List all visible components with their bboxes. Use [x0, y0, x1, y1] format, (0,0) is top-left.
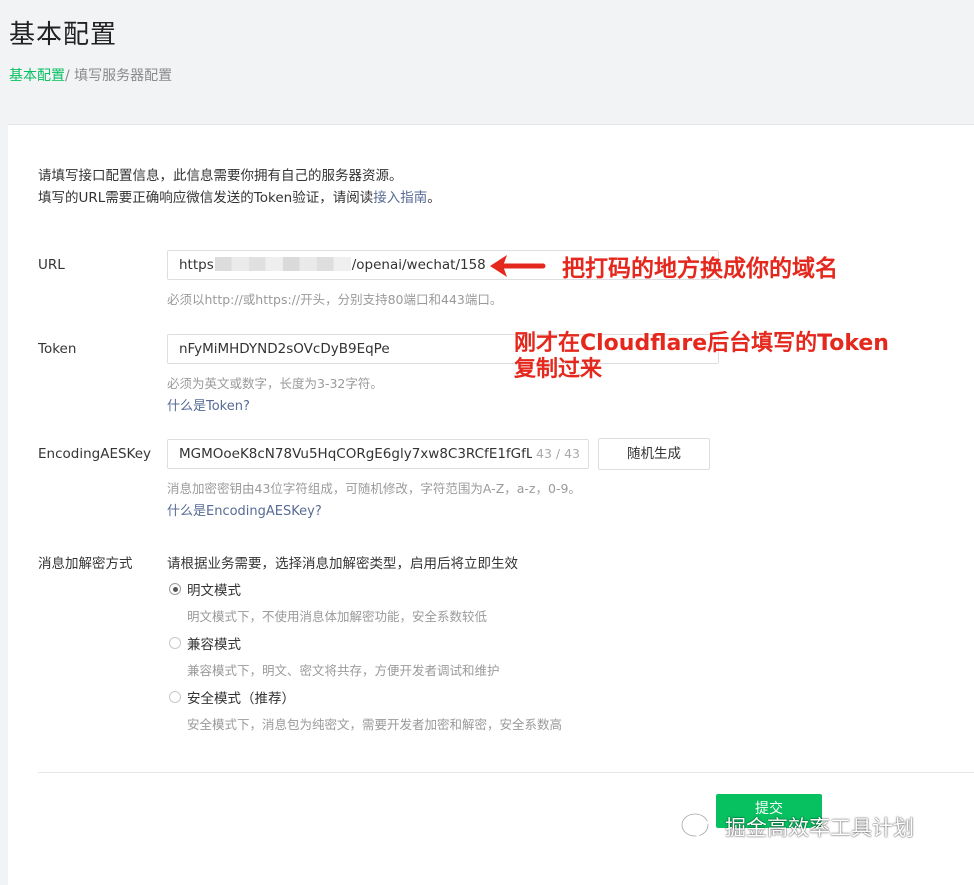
divider: [38, 772, 974, 773]
breadcrumb-link-basic-config[interactable]: 基本配置: [9, 68, 65, 84]
aes-key-label: EncodingAESKey: [38, 446, 152, 462]
encryption-mode-intro: 请根据业务需要，选择消息加解密类型，启用后将立即生效: [167, 556, 518, 572]
wechat-bubble-icon: [680, 812, 718, 841]
radio-compatible-mode[interactable]: 兼容模式: [169, 633, 241, 653]
annotation-domain-note: 把打码的地方换成你的域名: [562, 256, 838, 282]
token-label: Token: [38, 341, 77, 357]
watermark: 掘金高效率工具计划: [679, 811, 914, 843]
radio-button[interactable]: [169, 691, 181, 703]
breadcrumb: 基本配置/ 填写服务器配置: [9, 65, 172, 85]
token-hint: 必须为英文或数字，长度为3-32字符。: [167, 376, 383, 391]
annotation-token-note-line-2: 复制过来: [514, 357, 603, 382]
radio-label: 安全模式（推荐）: [187, 691, 295, 707]
radio-desc: 明文模式下，不使用消息体加解密功能，安全系数较低: [187, 609, 488, 624]
token-value: nFyMiMHDYND2sOVcDyB9EqPe: [179, 341, 390, 357]
watermark-text: 掘金高效率工具计划: [725, 816, 914, 840]
intro-line-2: 填写的URL需要正确响应微信发送的Token验证，请阅读接入指南。: [38, 187, 441, 209]
page-title: 基本配置: [9, 20, 118, 50]
aes-key-help-link[interactable]: 什么是EncodingAESKey?: [167, 500, 322, 519]
red-arrow-icon: [490, 255, 546, 277]
url-hint: 必须以http://或https://开头，分别支持80端口和443端口。: [167, 292, 503, 307]
radio-label: 明文模式: [187, 583, 241, 599]
intro-line-2-prefix: 填写的URL需要正确响应微信发送的Token验证，请阅读: [38, 190, 374, 206]
annotation-token-note: 刚才在Cloudflare后台填写的Token 复制过来: [514, 331, 889, 383]
radio-desc: 安全模式下，消息包为纯密文，需要开发者加密和解密，安全系数高: [187, 717, 563, 732]
aes-key-counter: 43 / 43: [532, 440, 580, 468]
random-generate-button[interactable]: 随机生成: [598, 438, 710, 470]
url-redacted-mosaic: [214, 257, 351, 271]
url-value-suffix: /openai/wechat/158: [351, 257, 486, 273]
annotation-token-note-line-1: 刚才在Cloudflare后台填写的Token: [514, 331, 889, 356]
intro-line-1: 请填写接口配置信息，此信息需要你拥有自己的服务器资源。: [38, 168, 403, 184]
breadcrumb-separator: /: [65, 68, 75, 84]
radio-secure-mode[interactable]: 安全模式（推荐）: [169, 687, 295, 707]
token-help-link[interactable]: 什么是Token?: [167, 395, 250, 414]
radio-plaintext-mode[interactable]: 明文模式: [169, 579, 241, 599]
guide-link[interactable]: 接入指南: [373, 190, 427, 206]
radio-desc: 兼容模式下，明文、密文将共存，方便开发者调试和维护: [187, 663, 500, 678]
intro-text: 请填写接口配置信息，此信息需要你拥有自己的服务器资源。 填写的URL需要正确响应…: [38, 165, 441, 209]
url-label: URL: [38, 257, 65, 273]
radio-button[interactable]: [169, 583, 181, 595]
aes-key-value: MGMOoeK8cN78Vu5HqCORgE6gly7xw8C3RCfE1fGf…: [179, 446, 534, 462]
intro-line-2-suffix: 。: [427, 190, 441, 206]
breadcrumb-current: 填写服务器配置: [74, 68, 173, 84]
config-card: 请填写接口配置信息，此信息需要你拥有自己的服务器资源。 填写的URL需要正确响应…: [8, 124, 974, 885]
encryption-mode-label: 消息加解密方式: [38, 556, 133, 572]
aes-key-input[interactable]: MGMOoeK8cN78Vu5HqCORgE6gly7xw8C3RCfE1fGf…: [167, 439, 589, 469]
aes-key-hint: 消息加密密钥由43位字符组成，可随机修改，字符范围为A-Z，a-z，0-9。: [167, 481, 581, 496]
radio-button[interactable]: [169, 637, 181, 649]
url-value-prefix: https: [179, 257, 214, 273]
radio-label: 兼容模式: [187, 637, 241, 653]
